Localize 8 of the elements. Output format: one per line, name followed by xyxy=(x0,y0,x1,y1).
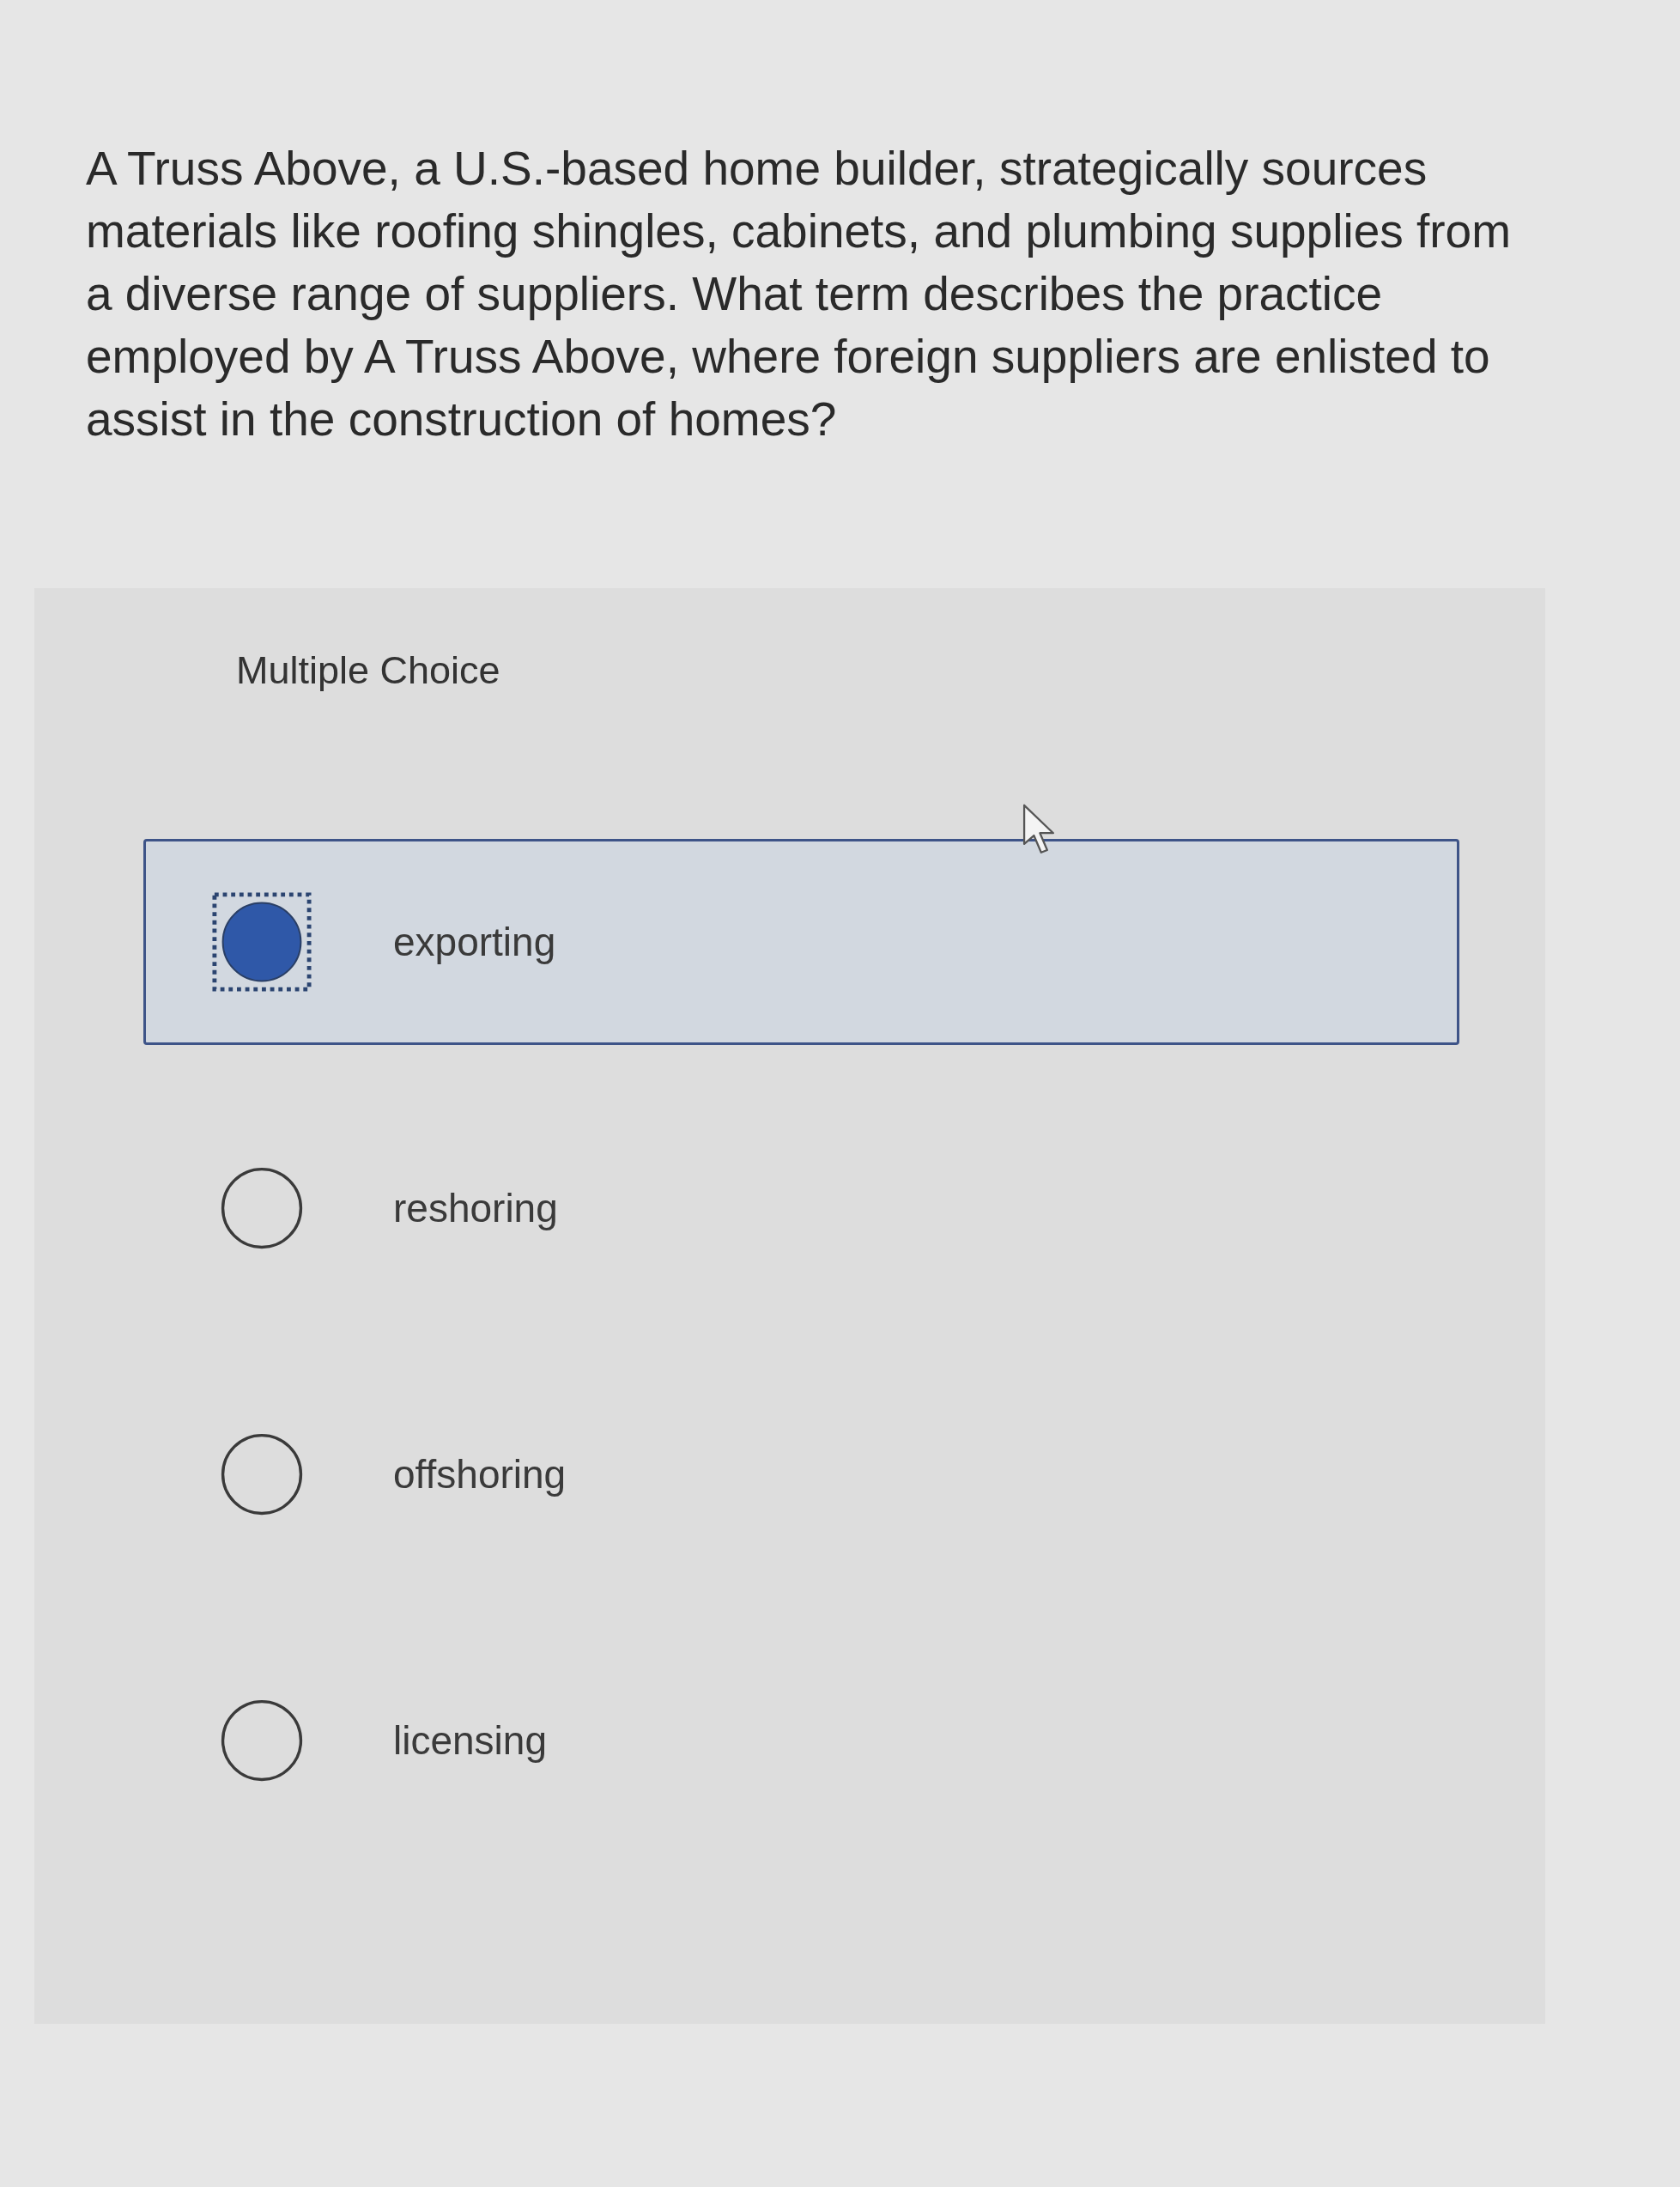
radio-button[interactable] xyxy=(212,892,312,992)
answer-option[interactable]: licensing xyxy=(143,1637,1459,1844)
answer-option[interactable]: exporting xyxy=(143,839,1459,1045)
cursor-icon xyxy=(1022,803,1056,856)
answer-option[interactable]: reshoring xyxy=(143,1105,1459,1311)
answer-option[interactable]: offshoring xyxy=(143,1371,1459,1577)
question-type-label: Multiple Choice xyxy=(236,648,500,693)
question-text: A Truss Above, a U.S.-based home builder, strategically sources materials like roofing shingles, cabinets, and plumbing supplies from a diverse range of suppliers. What term describes the practice employed by A Truss Above, where foreign suppliers are enlisted to assist in the construction of homes? xyxy=(86,141,1513,447)
